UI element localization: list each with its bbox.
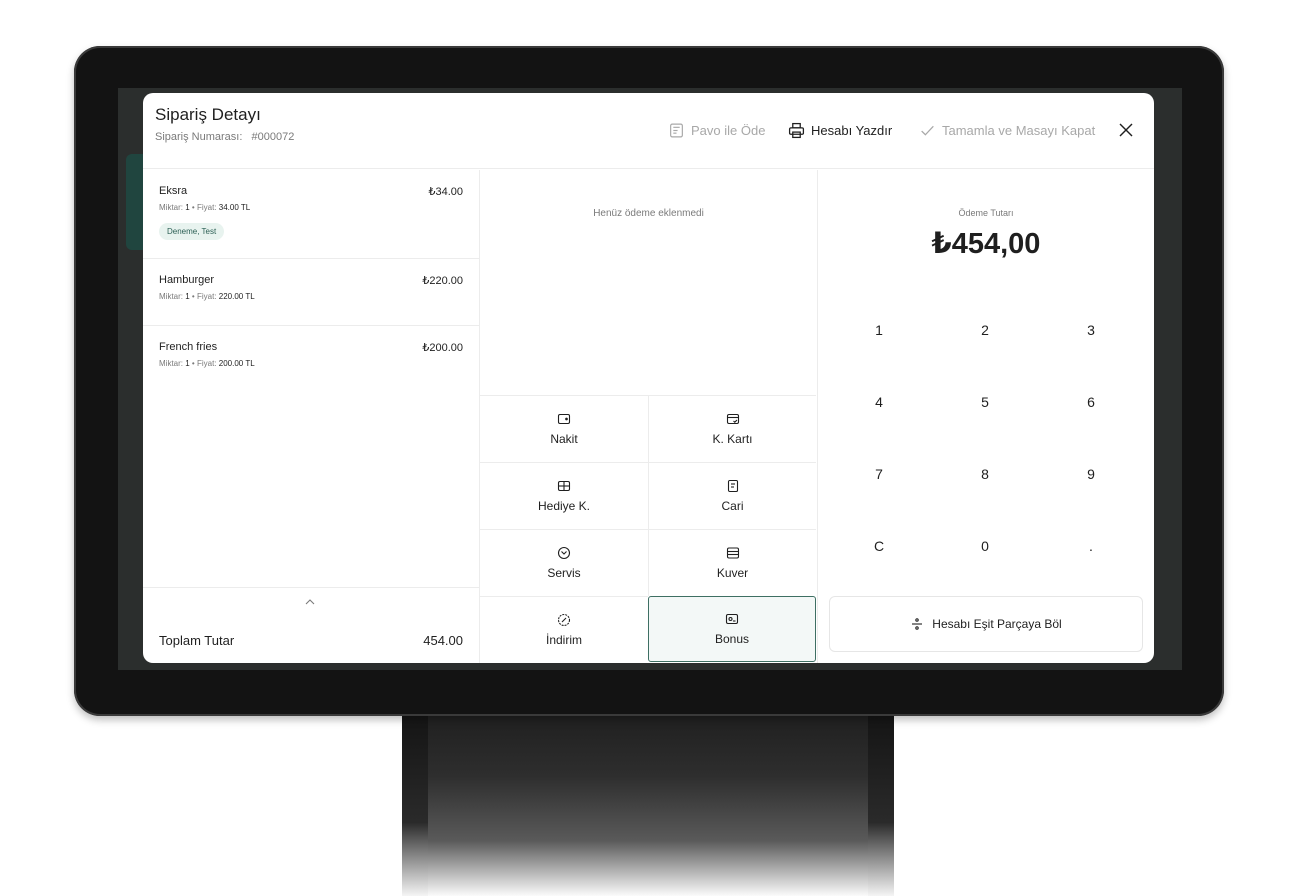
qty-label: Miktar: (159, 292, 183, 301)
keypad-key-6[interactable]: 6 (1038, 372, 1144, 432)
pay-cover-charge-button[interactable]: Kuver (648, 529, 816, 596)
modal-title: Sipariş Detayı (155, 105, 261, 124)
order-number-line: Sipariş Numarası: #000072 (155, 131, 294, 143)
pay-discount-button[interactable]: İndirim (480, 596, 648, 663)
order-item[interactable]: Eksra ₺34.00 Miktar: 1 • Fiyat: 34.00 TL… (143, 170, 479, 259)
pay-account-button[interactable]: Cari (648, 462, 816, 529)
item-name: Hamburger (159, 274, 215, 286)
qty-value: 1 (185, 359, 190, 368)
wallet-icon (557, 413, 571, 425)
pay-bonus-button[interactable]: Bonus (648, 596, 816, 662)
amount-keypad-panel: Ödeme Tutarı ₺454,00 1 2 3 4 5 6 7 8 9 C… (818, 170, 1154, 663)
pay-gift-card-label: Hediye K. (537, 499, 591, 513)
item-meta: Miktar: 1 • Fiyat: 220.00 TL (159, 292, 255, 301)
complete-close-table-label: Tamamla ve Masayı Kapat (942, 123, 1096, 138)
item-price: ₺200.00 (422, 342, 463, 354)
item-name: Eksra (159, 185, 188, 197)
no-payments-message: Henüz ödeme eklenmedi (593, 208, 704, 219)
qty-value: 1 (185, 203, 190, 212)
unit-price-value: 34.00 TL (218, 203, 251, 212)
qty-value: 1 (185, 292, 190, 301)
keypad-key-2[interactable]: 2 (932, 300, 1038, 360)
payment-amount-value: ₺454,00 (931, 228, 1041, 260)
unit-price-label: Fiyat: (196, 359, 217, 368)
keypad-key-5[interactable]: 5 (932, 372, 1038, 432)
meta-separator: • (191, 292, 195, 301)
meta-separator: • (191, 359, 195, 368)
pavo-pay-label: Pavo ile Öde (691, 123, 766, 138)
item-note-tag: Deneme, Test (159, 223, 225, 240)
pay-cash-button[interactable]: Nakit (480, 395, 648, 462)
pay-discount-label: İndirim (545, 633, 582, 647)
keypad-key-1[interactable]: 1 (826, 300, 932, 360)
order-item[interactable]: French fries ₺200.00 Miktar: 1 • Fiyat: … (143, 326, 479, 393)
keypad-key-4[interactable]: 4 (826, 372, 932, 432)
pay-card-button[interactable]: K. Kartı (648, 395, 816, 462)
divide-icon (912, 618, 923, 630)
keypad-key-decimal[interactable]: . (1038, 516, 1144, 576)
meta-separator: • (191, 203, 195, 212)
total-value: 454.00 (423, 633, 463, 648)
order-item[interactable]: Hamburger ₺220.00 Miktar: 1 • Fiyat: 220… (143, 259, 479, 326)
pavo-pay-button[interactable]: Pavo ile Öde (668, 122, 765, 139)
close-icon[interactable] (1117, 121, 1135, 139)
order-number-label: Sipariş Numarası: (155, 131, 243, 143)
print-bill-label: Hesabı Yazdır (811, 123, 893, 138)
keypad-key-8[interactable]: 8 (932, 444, 1038, 504)
keypad-key-3[interactable]: 3 (1038, 300, 1144, 360)
monitor-stand (402, 712, 894, 896)
pay-gift-card-button[interactable]: Hediye K. (480, 462, 648, 529)
bonus-card-icon (725, 613, 739, 625)
order-items-panel: Eksra ₺34.00 Miktar: 1 • Fiyat: 34.00 TL… (143, 170, 480, 663)
print-bill-button[interactable]: Hesabı Yazdır (788, 122, 892, 139)
modal-header: Sipariş Detayı Sipariş Numarası: #000072… (143, 93, 1154, 169)
order-number: #000072 (251, 131, 295, 143)
payment-amount-label: Ödeme Tutarı (958, 208, 1014, 218)
pay-service-label: Servis (547, 566, 581, 580)
split-bill-button[interactable]: Hesabı Eşit Parçaya Böl (829, 596, 1143, 652)
unit-price-label: Fiyat: (196, 292, 217, 301)
keypad-key-clear[interactable]: C (826, 516, 932, 576)
keypad-key-0[interactable]: 0 (932, 516, 1038, 576)
credit-card-icon (726, 413, 739, 425)
keypad-key-9[interactable]: 9 (1038, 444, 1144, 504)
pay-cash-label: Nakit (550, 432, 578, 446)
qty-label: Miktar: (159, 203, 183, 212)
discount-badge-icon (557, 613, 571, 627)
ledger-icon (727, 479, 738, 493)
unit-price-value: 220.00 TL (218, 292, 255, 301)
gift-card-icon (557, 480, 571, 492)
pay-cover-charge-label: Kuver (716, 566, 749, 580)
split-bill-label: Hesabı Eşit Parçaya Böl (932, 617, 1062, 631)
stand-edge-left (402, 712, 428, 896)
pay-service-button[interactable]: Servis (480, 529, 648, 596)
pavo-terminal-icon (670, 123, 683, 138)
item-name: French fries (159, 341, 218, 353)
item-price: ₺34.00 (428, 186, 463, 198)
qty-label: Miktar: (159, 359, 183, 368)
table-icon (726, 547, 739, 559)
stand-edge-right (868, 712, 894, 896)
order-detail-modal: Sipariş Detayı Sipariş Numarası: #000072… (143, 93, 1154, 663)
total-label: Toplam Tutar (159, 633, 235, 648)
item-meta: Miktar: 1 • Fiyat: 34.00 TL (159, 203, 250, 212)
printer-icon (788, 122, 805, 139)
item-price: ₺220.00 (422, 275, 463, 287)
complete-close-table-button[interactable]: Tamamla ve Masayı Kapat (919, 122, 1095, 139)
keypad-key-7[interactable]: 7 (826, 444, 932, 504)
pay-account-label: Cari (721, 499, 744, 513)
item-meta: Miktar: 1 • Fiyat: 200.00 TL (159, 359, 255, 368)
pos-screen: Sipariş Detayı Sipariş Numarası: #000072… (118, 88, 1182, 670)
pay-bonus-label: Bonus (714, 632, 750, 646)
payments-panel: Henüz ödeme eklenmedi Nakit K. Kartı Hed… (480, 170, 818, 663)
unit-price-value: 200.00 TL (218, 359, 255, 368)
check-icon (921, 125, 934, 136)
total-section: Toplam Tutar 454.00 (143, 587, 479, 663)
pay-card-label: K. Kartı (712, 432, 753, 446)
service-icon (557, 546, 571, 560)
unit-price-label: Fiyat: (196, 203, 217, 212)
chevron-up-icon[interactable] (304, 598, 316, 606)
